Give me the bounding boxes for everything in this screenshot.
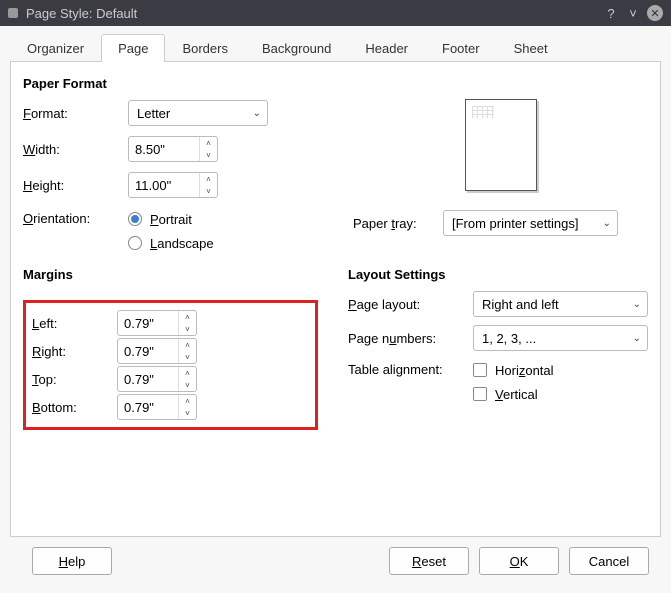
page-layout-select[interactable]: Right and left ⌄ [473,291,648,317]
format-select[interactable]: Letter ⌄ [128,100,268,126]
margin-bottom-value: 0.79" [118,395,178,419]
tab-background[interactable]: Background [245,34,348,61]
minimize-icon[interactable]: ˅ [625,5,641,21]
margin-right-input[interactable]: 0.79"˄˅ [117,338,197,364]
page-preview [353,99,648,191]
margin-left-label: Left: [32,316,117,331]
app-icon [8,8,18,18]
page-panel: Paper Format Format: Letter ⌄ Width: 8.50… [10,62,661,537]
spin-down-icon[interactable]: ˅ [200,149,217,161]
reset-button[interactable]: Reset [389,547,469,575]
margin-bottom-input[interactable]: 0.79"˄˅ [117,394,197,420]
close-icon[interactable]: ✕ [647,5,663,21]
tab-page[interactable]: Page [101,34,165,61]
paper-tray-select[interactable]: [From printer settings] ⌄ [443,210,618,236]
width-label: Width: [23,142,128,157]
width-value: 8.50" [129,137,199,161]
margin-left-value: 0.79" [118,311,178,335]
margin-top-input[interactable]: 0.79"˄˅ [117,366,197,392]
vertical-label: Vertical [495,387,538,402]
margins-highlight-box: Left: 0.79"˄˅ Right: 0.79"˄˅ Top: 0.79"˄… [23,300,318,430]
dialog-footer: Help Reset OK Cancel [10,537,661,585]
checkbox-icon [473,387,487,401]
spin-down-icon[interactable]: ˅ [179,323,196,335]
page-numbers-label: Page numbers: [348,331,473,346]
tab-borders[interactable]: Borders [165,34,245,61]
margins-title: Margins [23,267,318,282]
tab-header[interactable]: Header [348,34,425,61]
height-label: Height: [23,178,128,193]
paper-tray-label: Paper tray: [353,216,443,231]
page-preview-box [465,99,537,191]
radio-icon [128,236,142,250]
paper-tray-value: [From printer settings] [452,216,578,231]
table-alignment-label: Table alignment: [348,358,473,377]
dialog-body: Organizer Page Borders Background Header… [0,26,671,593]
spin-up-icon[interactable]: ˄ [200,173,217,185]
margin-bottom-label: Bottom: [32,400,117,415]
chevron-down-icon: ⌄ [253,108,261,119]
height-input[interactable]: 11.00"˄˅ [128,172,218,198]
tab-sheet[interactable]: Sheet [497,34,565,61]
spin-up-icon[interactable]: ˄ [179,339,196,351]
spin-down-icon[interactable]: ˅ [179,379,196,391]
margin-top-label: Top: [32,372,117,387]
portrait-radio[interactable]: Portrait [128,207,323,231]
layout-settings-title: Layout Settings [348,267,648,282]
width-input[interactable]: 8.50"˄˅ [128,136,218,162]
spin-up-icon[interactable]: ˄ [179,367,196,379]
paper-format-title: Paper Format [23,76,648,91]
spin-up-icon[interactable]: ˄ [200,137,217,149]
orientation-label: Orientation: [23,207,128,226]
spin-up-icon[interactable]: ˄ [179,395,196,407]
margin-right-value: 0.79" [118,339,178,363]
window-title: Page Style: Default [26,6,597,21]
chevron-down-icon: ⌄ [633,299,641,310]
chevron-down-icon: ⌄ [603,218,611,229]
margin-right-label: Right: [32,344,117,359]
format-label: Format: [23,106,128,121]
landscape-radio[interactable]: Landscape [128,231,323,255]
spin-down-icon[interactable]: ˅ [179,351,196,363]
page-numbers-value: 1, 2, 3, ... [482,331,536,346]
tab-footer[interactable]: Footer [425,34,497,61]
tabs: Organizer Page Borders Background Header… [10,34,661,62]
spin-down-icon[interactable]: ˅ [200,185,217,197]
page-numbers-select[interactable]: 1, 2, 3, ... ⌄ [473,325,648,351]
help-icon[interactable]: ? [603,5,619,21]
spin-up-icon[interactable]: ˄ [179,311,196,323]
horizontal-label: Horizontal [495,363,554,378]
margin-top-value: 0.79" [118,367,178,391]
vertical-checkbox[interactable]: Vertical [473,382,648,406]
radio-icon [128,212,142,226]
cancel-button[interactable]: Cancel [569,547,649,575]
landscape-label: Landscape [150,236,214,251]
help-button[interactable]: Help [32,547,112,575]
portrait-label: Portrait [150,212,192,227]
ok-button[interactable]: OK [479,547,559,575]
tab-organizer[interactable]: Organizer [10,34,101,61]
checkbox-icon [473,363,487,377]
format-value: Letter [137,106,170,121]
titlebar: Page Style: Default ? ˅ ✕ [0,0,671,26]
page-layout-label: Page layout: [348,297,473,312]
page-layout-value: Right and left [482,297,559,312]
horizontal-checkbox[interactable]: Horizontal [473,358,648,382]
height-value: 11.00" [129,173,199,197]
margin-left-input[interactable]: 0.79"˄˅ [117,310,197,336]
preview-table-icon [472,106,494,118]
chevron-down-icon: ⌄ [633,333,641,344]
spin-down-icon[interactable]: ˅ [179,407,196,419]
